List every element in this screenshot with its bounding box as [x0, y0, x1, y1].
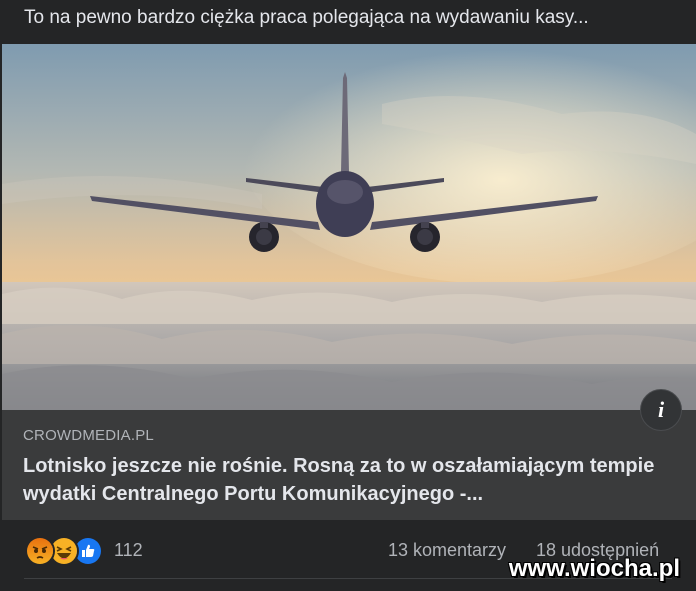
- reaction-count[interactable]: 112: [114, 540, 143, 561]
- comments-count[interactable]: 13 komentarzy: [388, 540, 506, 561]
- watermark: www.wiocha.pl: [508, 555, 680, 582]
- link-headline[interactable]: Lotnisko jeszcze nie rośnie. Rosną za to…: [23, 452, 663, 508]
- link-preview-card[interactable]: CROWDMEDIA.PL Lotnisko jeszcze nie rośni…: [2, 410, 696, 520]
- link-preview-image[interactable]: [2, 44, 696, 410]
- airplane-over-clouds-image: [2, 44, 696, 410]
- post-text: To na pewno bardzo ciężka praca polegają…: [24, 7, 589, 28]
- angry-icon[interactable]: [25, 536, 55, 566]
- link-domain: CROWDMEDIA.PL: [23, 427, 154, 444]
- info-icon[interactable]: i: [640, 389, 682, 431]
